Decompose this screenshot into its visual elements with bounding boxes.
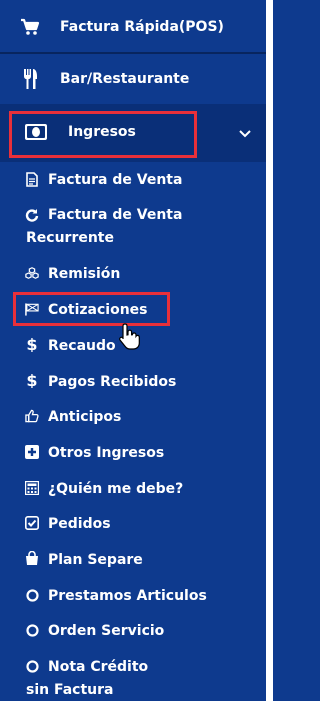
dollar-icon: $: [25, 372, 39, 388]
fork-knife-icon: [20, 69, 40, 89]
menu-item-label: Factura Rápida(POS): [60, 19, 224, 35]
circle-icon: [25, 659, 39, 673]
highlight-box: [13, 292, 170, 326]
submenu-item-label: ¿Quién me debe?: [48, 481, 184, 497]
submenu-item-label: Recaudo: [48, 338, 116, 354]
submenu-item-label-line2: Recurrente: [26, 230, 114, 246]
money-icon: [24, 122, 48, 142]
plus-square-icon: [25, 445, 39, 459]
calculator-icon: [25, 481, 39, 495]
submenu-item-label: Orden Servicio: [48, 623, 165, 639]
submenu-item-label: Pagos Recibidos: [48, 374, 177, 390]
menu-item-bar-restaurante[interactable]: Bar/Restaurante: [0, 54, 266, 104]
submenu-item-plan-separe[interactable]: Plan Separe: [0, 550, 266, 570]
submenu-item-factura-de-venta[interactable]: Factura de Venta: [0, 170, 266, 190]
submenu-item-label: Pedidos: [48, 516, 111, 532]
submenu-item-factura-de-venta-recurrente[interactable]: Factura de Venta Recurrente: [0, 205, 266, 251]
check-square-icon: [25, 516, 39, 530]
submenu-item-otros-ingresos[interactable]: Otros Ingresos: [0, 443, 266, 463]
submenu-item-orden-servicio[interactable]: Orden Servicio: [0, 621, 266, 641]
hand-cursor-icon: [118, 322, 140, 350]
svg-text:$: $: [26, 336, 37, 352]
submenu-item-label-line2: sin Factura: [26, 682, 114, 698]
menu-item-factura-rapida-pos[interactable]: Factura Rápida(POS): [0, 2, 266, 52]
svg-text:$: $: [26, 372, 37, 388]
submenu-item-label: Prestamos Articulos: [48, 588, 207, 604]
circle-icon: [25, 588, 39, 602]
submenu-item-label: Otros Ingresos: [48, 445, 165, 461]
cart-icon: [20, 17, 40, 37]
boxes-icon: [25, 266, 39, 280]
submenu-item-label: Factura de Venta: [48, 172, 183, 188]
chevron-down-icon[interactable]: [238, 126, 252, 140]
thumbs-up-icon: [25, 409, 39, 423]
circle-icon: [25, 623, 39, 637]
submenu-item-label: Remisión: [48, 266, 121, 282]
dollar-icon: $: [25, 336, 39, 352]
submenu-item-prestamos-articulos[interactable]: Prestamos Articulos: [0, 586, 266, 606]
submenu-item-label: Anticipos: [48, 409, 122, 425]
submenu-item-quien-me-debe[interactable]: ¿Quién me debe?: [0, 479, 266, 499]
scrollbar[interactable]: [266, 0, 273, 701]
submenu-item-remision[interactable]: Remisión: [0, 264, 266, 284]
submenu-item-pagos-recibidos[interactable]: $ Pagos Recibidos: [0, 372, 266, 392]
submenu-item-label: Factura de Venta: [48, 207, 183, 223]
sidebar-menu: Factura Rápida(POS) Bar/Restaurante Ingr…: [0, 0, 266, 701]
shopping-bag-icon: [25, 550, 39, 565]
menu-item-label: Bar/Restaurante: [60, 71, 190, 87]
submenu-item-anticipos[interactable]: Anticipos: [0, 407, 266, 427]
submenu-item-label: Plan Separe: [48, 552, 143, 568]
document-icon: [25, 171, 39, 187]
submenu-item-label: Nota Crédito: [48, 659, 149, 675]
submenu-item-nota-credito-sin-factura[interactable]: Nota Crédito sin Factura: [0, 657, 266, 701]
menu-item-ingresos[interactable]: Ingresos: [0, 104, 266, 162]
submenu-item-pedidos[interactable]: Pedidos: [0, 514, 266, 534]
menu-item-label: Ingresos: [68, 124, 136, 140]
refresh-icon: [25, 208, 39, 222]
